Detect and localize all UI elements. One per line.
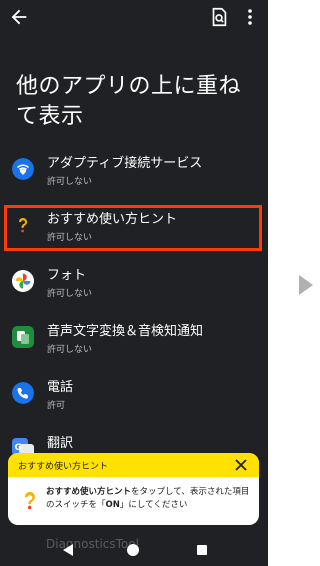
next-step-arrow-icon bbox=[299, 275, 313, 295]
app-name: 電話 bbox=[47, 380, 74, 395]
app-item-live-transcribe[interactable]: 音声文字変換＆音検知通知 許可しない bbox=[0, 314, 268, 366]
page-title-line2: て表示 bbox=[16, 104, 84, 129]
hidden-list-item: DiagnosticsTool bbox=[46, 537, 139, 551]
more-options-icon[interactable] bbox=[240, 6, 260, 28]
live-transcribe-icon bbox=[12, 326, 34, 348]
app-status: 許可 bbox=[47, 401, 66, 411]
adaptive-connectivity-icon bbox=[12, 158, 34, 180]
app-name: フォト bbox=[47, 268, 87, 283]
toast-bold-on: ON bbox=[105, 500, 120, 510]
page-title-line1: 他のアプリの上に重ね bbox=[16, 74, 242, 99]
app-status: 許可しない bbox=[47, 289, 93, 299]
app-item-phone[interactable]: 電話 許可 bbox=[0, 370, 268, 422]
app-status: 許可しない bbox=[47, 345, 93, 355]
page-title: 他のアプリの上に重ね て表示 bbox=[16, 72, 264, 132]
toast-text-2: 」にしてください bbox=[119, 500, 188, 510]
tips-icon bbox=[24, 491, 35, 510]
toast-bold-app: おすすめ使い方ヒント bbox=[46, 487, 132, 497]
photos-icon bbox=[12, 270, 34, 292]
highlight-box bbox=[4, 205, 262, 251]
hint-toast: おすすめ使い方ヒント おすすめ使い方ヒントをタップして、表示された項目のスイッチ… bbox=[8, 453, 259, 525]
toast-title: おすすめ使い方ヒント bbox=[18, 462, 109, 472]
app-item-adaptive-connectivity[interactable]: アダプティブ接続サービス 許可しない bbox=[0, 146, 268, 198]
app-name: 音声文字変換＆音検知通知 bbox=[47, 324, 204, 339]
app-name: アダプティブ接続サービス bbox=[47, 156, 203, 171]
app-name: 翻訳 bbox=[47, 436, 74, 451]
phone-icon bbox=[12, 382, 34, 404]
nav-back-icon[interactable] bbox=[63, 544, 73, 556]
back-arrow-icon[interactable] bbox=[8, 6, 30, 28]
nav-recent-icon[interactable] bbox=[197, 545, 207, 555]
app-status: 許可しない bbox=[47, 177, 93, 187]
close-icon[interactable] bbox=[233, 457, 249, 473]
toast-message: おすすめ使い方ヒントをタップして、表示された項目のスイッチを「ON」にしてくださ… bbox=[46, 486, 254, 512]
top-app-bar bbox=[0, 0, 268, 34]
toast-header: おすすめ使い方ヒント bbox=[8, 453, 259, 477]
phone-screen: 他のアプリの上に重ね て表示 アダプティブ接続サービス 許可しない おすすめ使い… bbox=[0, 0, 268, 566]
app-item-photos[interactable]: フォト 許可しない bbox=[0, 258, 268, 310]
search-settings-icon[interactable] bbox=[208, 6, 230, 28]
nav-home-icon[interactable] bbox=[127, 544, 139, 556]
svg-text:G: G bbox=[15, 443, 22, 453]
